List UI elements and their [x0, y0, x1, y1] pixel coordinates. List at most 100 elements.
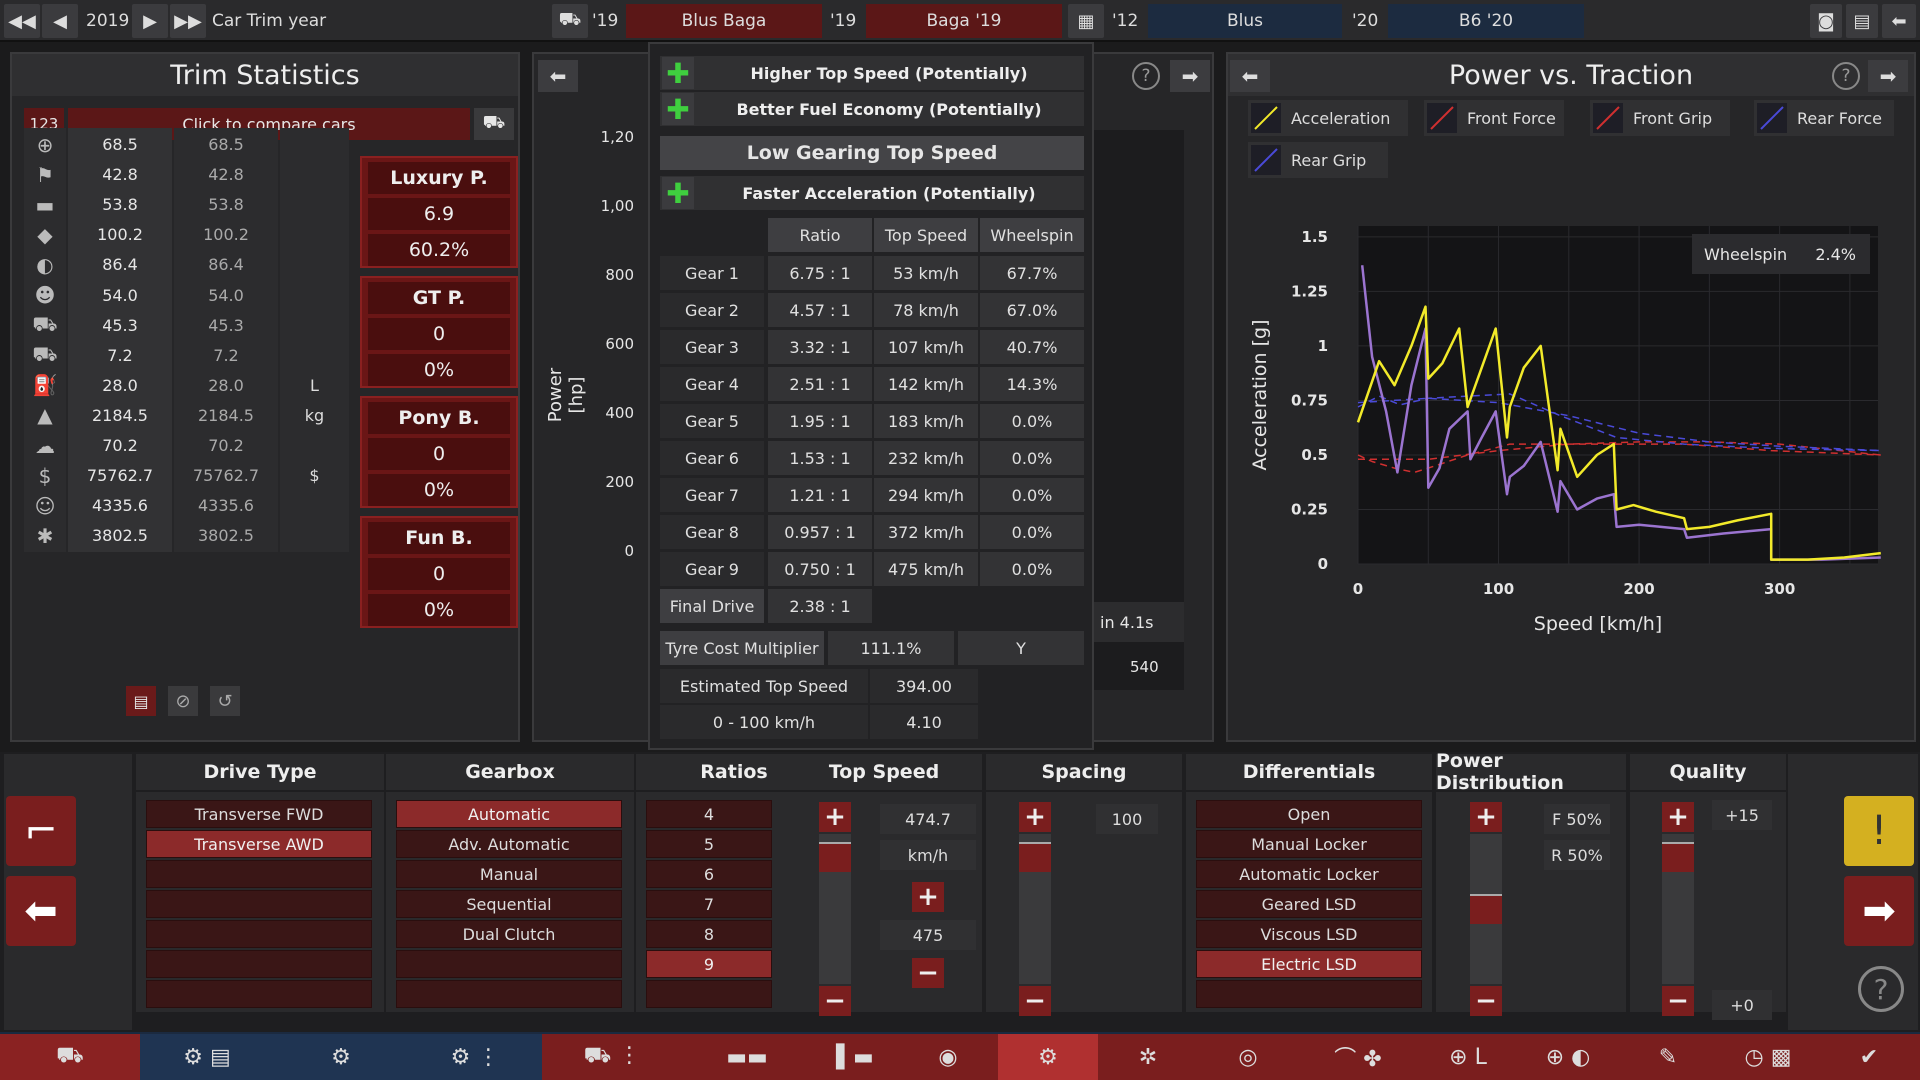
nav-engine-tune-icon[interactable]: ⚙ ⋮ [408, 1034, 542, 1080]
compare-car-icon[interactable]: ⛟ [474, 108, 514, 140]
legend-toggle-front-force[interactable]: Front Force [1424, 100, 1564, 136]
column-header: Differentials [1186, 754, 1432, 790]
ratio-option[interactable]: 4 [646, 800, 772, 828]
chart-toggle-icon[interactable]: ⌐ [6, 796, 76, 866]
prev-arrow-icon[interactable]: ⬅ [1230, 60, 1270, 92]
y-tick-label: 800 [605, 266, 634, 284]
demographic-score: 0 [368, 558, 510, 590]
spacing-minus-button[interactable]: − [1019, 986, 1051, 1016]
back-arrow-icon[interactable]: ⬅ [6, 876, 76, 946]
nav-wheels-icon[interactable]: ✲ [1098, 1034, 1198, 1080]
gearbox-option[interactable]: Adv. Automatic [396, 830, 622, 858]
quality-slider-handle[interactable] [1662, 842, 1694, 872]
exit-arrow-icon[interactable]: ⬅ [1882, 4, 1916, 38]
fast-forward-icon[interactable]: ▶▶ [170, 4, 206, 38]
fast-back-icon[interactable]: ◀◀ [4, 4, 40, 38]
gear-wheelspin: 0.0% [980, 478, 1084, 512]
limit-plus-button[interactable]: + [912, 882, 944, 912]
gearbox-option[interactable]: Manual [396, 860, 622, 888]
gearbox-option[interactable]: Automatic [396, 800, 622, 828]
help-icon[interactable]: ? [1858, 966, 1904, 1012]
ratio-option[interactable]: 6 [646, 860, 772, 888]
back-icon[interactable]: ◀ [42, 4, 78, 38]
accel-label: 0 - 100 km/h [660, 705, 868, 739]
car1-selector[interactable]: Blus Baga [626, 4, 822, 38]
help-icon[interactable]: ? [1832, 62, 1860, 90]
camera-icon[interactable]: ◙ [1810, 4, 1842, 38]
gear-top-speed: 183 km/h [874, 404, 978, 438]
differential-option[interactable]: Manual Locker [1196, 830, 1422, 858]
differential-option[interactable]: Geared LSD [1196, 890, 1422, 918]
next-arrow-icon[interactable]: ➡ [1170, 60, 1210, 92]
help-icon[interactable]: ? [1132, 62, 1160, 90]
ratio-option[interactable]: 5 [646, 830, 772, 858]
prev-arrow-icon[interactable]: ⬅ [538, 60, 578, 92]
report-icon[interactable]: ▤ [126, 686, 156, 716]
demographic-name: Fun B. [368, 522, 510, 554]
calculator-icon[interactable]: ▤ [1846, 4, 1878, 38]
engine-icon: ▦ [1068, 4, 1104, 38]
top-speed-minus-button[interactable]: − [819, 986, 851, 1016]
power-dist-plus-button[interactable]: + [1470, 802, 1502, 832]
tyre-cost-flag: Y [958, 631, 1084, 665]
y-tick-label: 1.25 [1291, 282, 1328, 300]
ratio-empty-slot [646, 980, 772, 1008]
clear-icon[interactable]: ⊘ [168, 686, 198, 716]
legend-toggle-acceleration[interactable]: Acceleration [1248, 100, 1408, 136]
gearbox-option[interactable]: Sequential [396, 890, 622, 918]
wheelspin-value: 2.4% [1815, 245, 1856, 264]
differential-option[interactable]: Viscous LSD [1196, 920, 1422, 948]
legend-toggle-rear-grip[interactable]: Rear Grip [1248, 142, 1388, 178]
drive-type-option[interactable]: Transverse AWD [146, 830, 372, 858]
spacing-slider-handle[interactable] [1019, 842, 1051, 872]
nav-safety-icon[interactable]: ⊕ ◐ [1518, 1034, 1618, 1080]
ratio-option[interactable]: 8 [646, 920, 772, 948]
nav-interior-icon[interactable]: ▌▬ [812, 1034, 898, 1080]
nav-fixtures-icon[interactable]: ◉ [898, 1034, 998, 1080]
gearbox-option[interactable]: Dual Clutch [396, 920, 622, 948]
nav-drivetrain-icon[interactable]: ⚙ [998, 1034, 1098, 1080]
quality-plus-button[interactable]: + [1662, 802, 1694, 832]
ratio-option[interactable]: 9 [646, 950, 772, 978]
nav-brakes-icon[interactable]: ◎ [1198, 1034, 1298, 1080]
differential-option[interactable]: Open [1196, 800, 1422, 828]
forward-icon[interactable]: ▶ [132, 4, 168, 38]
nav-confirm-icon[interactable]: ✔ [1818, 1034, 1920, 1080]
differential-option[interactable]: Electric LSD [1196, 950, 1422, 978]
nav-trim-icon[interactable]: ⛟ ⋮ [542, 1034, 682, 1080]
car2-selector[interactable]: Baga '19 [866, 4, 1062, 38]
legend-toggle-rear-force[interactable]: Rear Force [1754, 100, 1894, 136]
nav-suspension-icon[interactable]: ⊕ L [1418, 1034, 1518, 1080]
section-title: Low Gearing Top Speed [660, 136, 1084, 170]
y-tick-label: 200 [605, 473, 634, 491]
nav-car-model-icon[interactable]: ⛟ [0, 1034, 140, 1080]
warning-icon[interactable]: ! [1844, 796, 1914, 866]
benefit-row: ✚ Better Fuel Economy (Potentially) [660, 92, 1084, 126]
differential-option[interactable]: Automatic Locker [1196, 860, 1422, 888]
next-arrow-icon[interactable]: ➡ [1868, 60, 1908, 92]
next-arrow-icon[interactable]: ➡ [1844, 876, 1914, 946]
nav-engine-icon[interactable]: ⚙ [274, 1034, 408, 1080]
limit-minus-button[interactable]: − [912, 958, 944, 988]
column-header: Quality [1630, 754, 1786, 790]
nav-chassis-icon[interactable]: ⚙ ▤ [140, 1034, 274, 1080]
quality-minus-button[interactable]: − [1662, 986, 1694, 1016]
engine2-selector[interactable]: B6 '20 [1388, 4, 1584, 38]
nav-finish-flag-icon[interactable]: ◷ ▩ [1718, 1034, 1818, 1080]
top-speed-plus-button[interactable]: + [819, 802, 851, 832]
nav-tests-icon[interactable]: ✎ [1618, 1034, 1718, 1080]
nav-body-icon[interactable]: ▬▬ [682, 1034, 812, 1080]
reset-icon[interactable]: ↺ [210, 686, 240, 716]
gear-label: Gear 3 [660, 330, 764, 364]
gear-ratio: 3.32 : 1 [768, 330, 872, 364]
drive-type-option[interactable]: Transverse FWD [146, 800, 372, 828]
spacing-plus-button[interactable]: + [1019, 802, 1051, 832]
ratio-option[interactable]: 7 [646, 890, 772, 918]
power-dist-slider-handle[interactable] [1470, 894, 1502, 924]
gear-top-speed: 53 km/h [874, 256, 978, 290]
power-dist-minus-button[interactable]: − [1470, 986, 1502, 1016]
top-speed-slider-handle[interactable] [819, 842, 851, 872]
engine1-selector[interactable]: Blus [1148, 4, 1342, 38]
legend-toggle-front-grip[interactable]: Front Grip [1590, 100, 1730, 136]
nav-aero-icon[interactable]: ⌒ ✤ [1298, 1034, 1418, 1080]
